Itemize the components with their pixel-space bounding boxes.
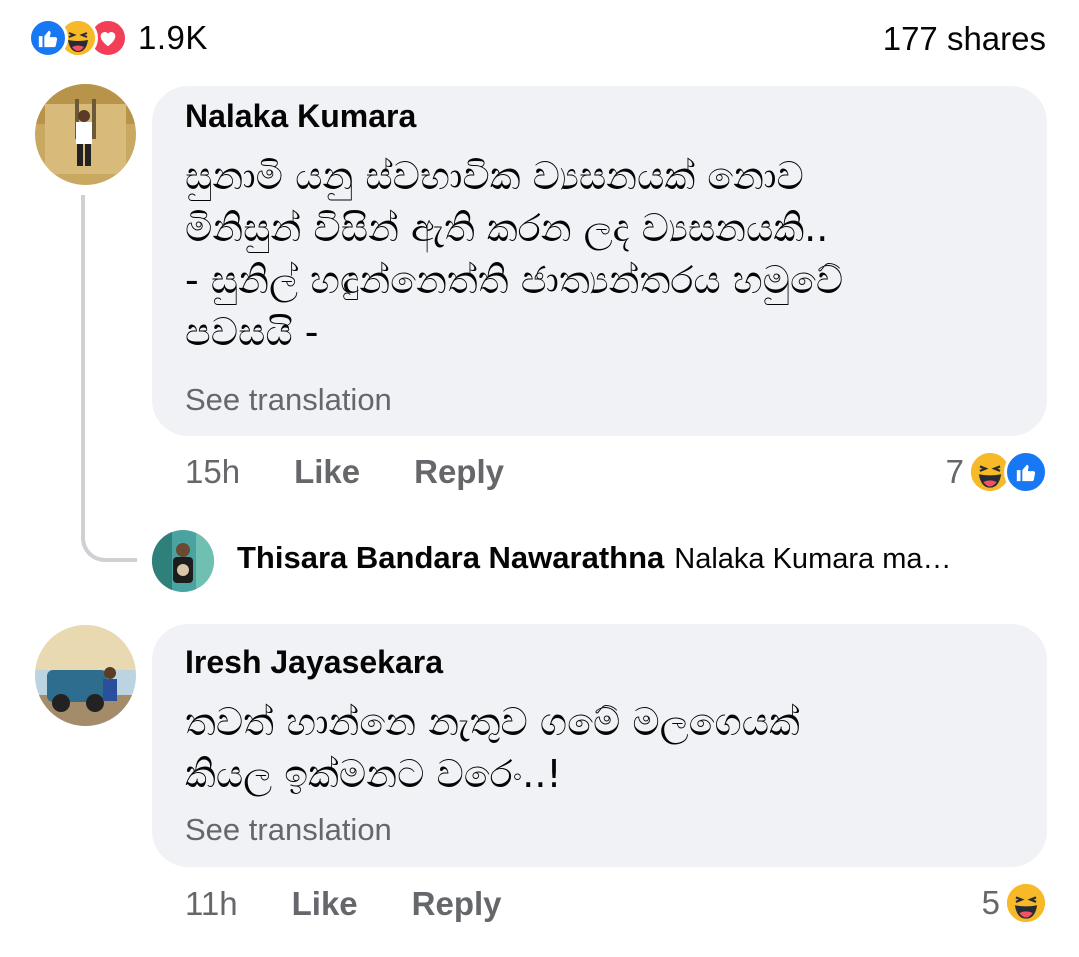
reaction-count[interactable]: 1.9K xyxy=(138,19,208,57)
comment-timestamp[interactable]: 15h xyxy=(185,453,240,491)
comment-bubble: Nalaka Kumara සුනාමි යනු ස්වභාවික ව්‍යසන… xyxy=(152,86,1047,436)
reply-author[interactable]: Thisara Bandara Nawarathna xyxy=(237,540,664,575)
comment-bubble: Iresh Jayasekara තවත් හාන්නෙ නැතුව ගමේ ම… xyxy=(152,624,1047,867)
comment-actions: 11h Like Reply xyxy=(185,885,502,923)
comment-text: සුනාමි යනු ස්වභාවික ව්‍යසනයක් නොව මිනිසු… xyxy=(185,150,1005,358)
comment-text: තවත් හාන්නෙ නැතුව ගමේ මලගෙයක් කියල ඉක්මන… xyxy=(185,696,1005,800)
see-translation-link[interactable]: See translation xyxy=(185,382,392,418)
comment-text-line: තවත් හාන්නෙ නැතුව ගමේ මලගෙයක් xyxy=(185,700,800,744)
comment-actions: 15h Like Reply xyxy=(185,453,504,491)
like-icon xyxy=(1004,450,1048,494)
post-stats-bar: 1.9K 177 shares xyxy=(28,14,1046,64)
comment-text-line: මිනිසුන් විසින් ඇති කරන ලද ව්‍යසනයකි.. xyxy=(185,206,829,250)
shares-count[interactable]: 177 shares xyxy=(883,20,1046,58)
like-icon xyxy=(28,18,68,58)
comment-author[interactable]: Nalaka Kumara xyxy=(185,98,416,135)
reaction-number: 5 xyxy=(981,884,1000,921)
comment-text-line: සුනාමි යනු ස්වභාවික ව්‍යසනයක් නොව xyxy=(185,154,804,198)
comment-author[interactable]: Iresh Jayasekara xyxy=(185,644,443,681)
comment-text-line: - සුනිල් හඳුන්නෙත්ති ජාත්‍යන්තරය හමුවේ xyxy=(185,258,844,302)
like-button[interactable]: Like xyxy=(294,453,360,491)
avatar[interactable] xyxy=(35,84,136,185)
reactions-summary[interactable]: 1.9K xyxy=(28,18,208,58)
thread-connector-line xyxy=(81,195,137,562)
reply-button[interactable]: Reply xyxy=(412,885,502,923)
comment-timestamp[interactable]: 11h xyxy=(185,885,238,923)
haha-icon xyxy=(1004,881,1048,925)
comment-text-line: පවසයි - xyxy=(185,310,319,354)
reply-preview[interactable]: Thisara Bandara Nawarathna Nalaka Kumara … xyxy=(237,540,1049,576)
avatar[interactable] xyxy=(35,625,136,726)
reply-avatar[interactable] xyxy=(152,530,214,592)
comment-text-line: කියල ඉක්මනට වරෙං..! xyxy=(185,752,562,796)
reaction-number: 7 xyxy=(945,453,964,490)
comment-reaction-count[interactable]: 5 xyxy=(982,881,1048,925)
comment-reaction-count[interactable]: 7 xyxy=(946,450,1048,494)
reply-button[interactable]: Reply xyxy=(414,453,504,491)
like-button[interactable]: Like xyxy=(292,885,358,923)
reply-preview-text: Nalaka Kumara ma… xyxy=(674,543,952,575)
see-translation-link[interactable]: See translation xyxy=(185,812,392,848)
